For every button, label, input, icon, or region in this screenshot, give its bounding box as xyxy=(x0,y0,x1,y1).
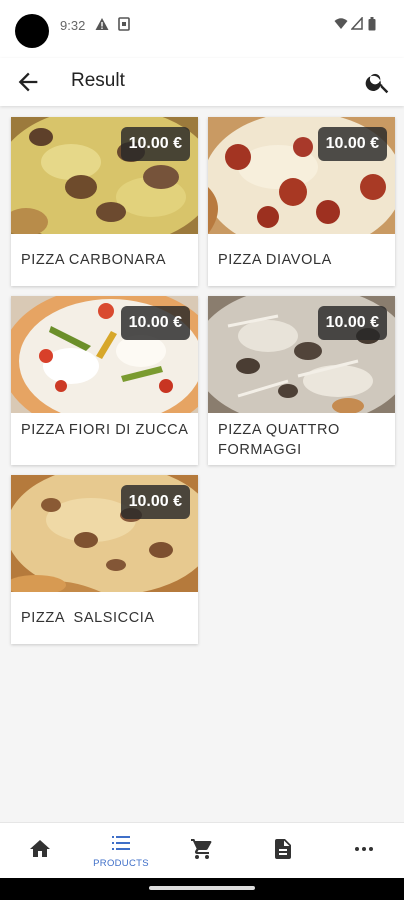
product-card[interactable]: 10.00 € PIZZA FIORI DI ZUCCA xyxy=(11,296,198,465)
price-badge: 10.00 € xyxy=(120,306,190,340)
price-badge: 10.00 € xyxy=(120,485,190,519)
bottom-navigation: PRODUCTS xyxy=(0,822,404,878)
more-icon xyxy=(355,847,373,851)
status-time: 9:32 xyxy=(60,18,86,33)
system-navigation-bar xyxy=(0,878,404,900)
product-name: PIZZA FIORI DI ZUCCA xyxy=(21,422,189,438)
product-card[interactable]: 10.00 € PIZZA SALSICCIA xyxy=(11,475,198,644)
nav-cart[interactable] xyxy=(162,823,242,879)
product-name: PIZZA CARBONARA xyxy=(21,252,167,268)
nav-products-label: PRODUCTS xyxy=(93,858,149,869)
nav-products[interactable]: PRODUCTS xyxy=(81,823,161,879)
price-badge: 10.00 € xyxy=(317,306,387,340)
camera-cutout xyxy=(15,14,49,48)
sim-icon xyxy=(118,17,130,31)
warning-icon xyxy=(95,18,109,30)
cart-icon xyxy=(191,839,212,859)
product-card[interactable]: 10.00 € PIZZA CARBONARA xyxy=(11,117,198,286)
home-indicator[interactable] xyxy=(149,886,255,890)
battery-icon xyxy=(368,17,376,31)
nav-orders[interactable] xyxy=(243,823,323,879)
list-icon xyxy=(112,836,130,850)
search-icon[interactable] xyxy=(364,68,392,96)
home-icon xyxy=(30,840,50,857)
product-name: PIZZA DIAVOLA xyxy=(218,252,332,268)
back-arrow-icon[interactable] xyxy=(14,68,42,96)
product-card[interactable]: 10.00 € PIZZA DIAVOLA xyxy=(208,117,395,286)
price-badge: 10.00 € xyxy=(120,127,190,161)
nav-home[interactable] xyxy=(0,823,80,879)
nav-more[interactable] xyxy=(324,823,404,879)
signal-icon xyxy=(351,17,363,30)
status-bar: 9:32 xyxy=(0,0,404,58)
app-bar: Result xyxy=(0,58,404,106)
product-grid: 10.00 € PIZZA CARBONARA 10.00 € PIZZA DI… xyxy=(0,106,404,822)
document-icon xyxy=(275,839,291,859)
page-title: Result xyxy=(71,70,125,91)
product-name: PIZZA QUATTRO FORMAGGI xyxy=(218,422,345,458)
wifi-icon xyxy=(334,18,348,29)
product-card[interactable]: 10.00 € PIZZA QUATTRO FORMAGGI xyxy=(208,296,395,465)
product-name: PIZZA SALSICCIA xyxy=(21,610,155,626)
price-badge: 10.00 € xyxy=(317,127,387,161)
